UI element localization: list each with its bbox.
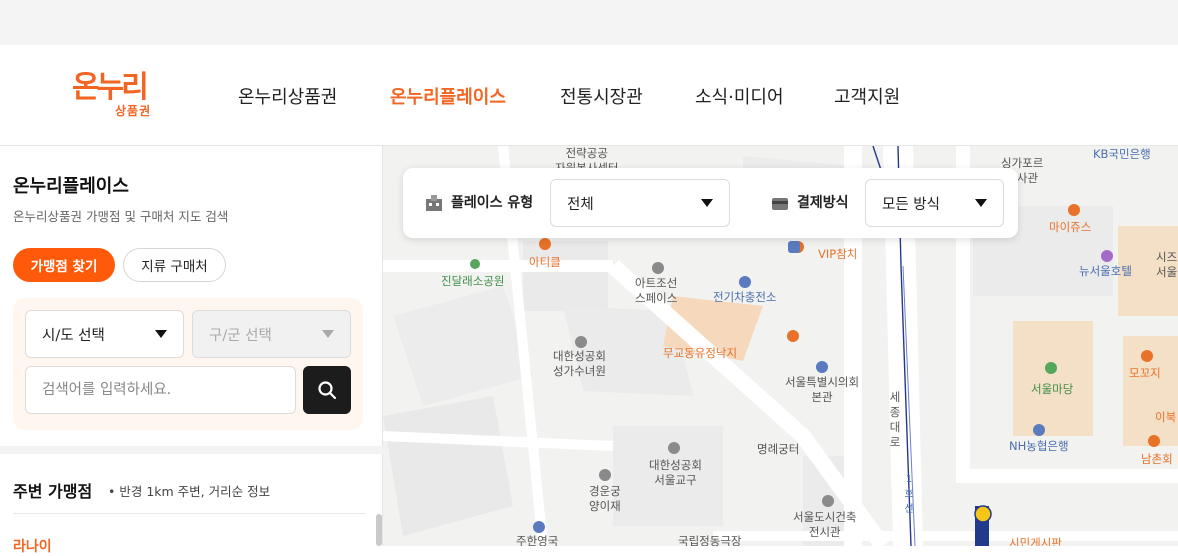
logo-sub-text: 상품권 (115, 104, 152, 118)
map-label: 대한성공회 성가수녀원 (553, 349, 606, 378)
search-panel: 시/도 선택 구/군 선택 (13, 298, 363, 430)
map-label: 마이쥬스 (1049, 220, 1092, 234)
map-label: 이북 (1155, 410, 1177, 424)
nav-item-traditional-market[interactable]: 전통시장관 (560, 83, 643, 109)
top-strip (0, 0, 1178, 45)
place-type-value: 전체 (567, 196, 594, 213)
section-divider (0, 446, 383, 454)
map-label: 아티클 (529, 255, 561, 269)
nav-item-news-media[interactable]: 소식·미디어 (695, 83, 784, 109)
map-label: 대한성공회 서울교구 (649, 458, 702, 487)
nearby-divider (13, 513, 366, 514)
province-select[interactable]: 시/도 선택 (25, 310, 184, 358)
nearby-title: 주변 가맹점 (13, 482, 93, 501)
tab-paper-voucher-outlets[interactable]: 지류 구매처 (123, 248, 226, 282)
header: 온누리 상품권 온누리상품권 온누리플레이스 전통시장관 소식·미디어 고객지원 (0, 45, 1178, 146)
map-label: KB국민은행 (1093, 147, 1151, 161)
chevron-down-icon (975, 199, 987, 207)
map-label: 명례궁터 (757, 442, 800, 456)
chevron-down-icon (322, 330, 334, 338)
district-select-value: 구/군 선택 (209, 327, 272, 344)
map-label: 뉴서울호텔 (1079, 264, 1132, 278)
map-label: 시즈 서울 (1156, 250, 1178, 279)
map-label: 남촌회 (1141, 452, 1173, 466)
map-label: 무교동유정낙지 (663, 346, 738, 360)
nav-item-onnuri-place[interactable]: 온누리플레이스 (390, 83, 506, 109)
logo[interactable]: 온누리 상품권 (72, 71, 164, 119)
map-label: 진달래소공원 (441, 274, 505, 288)
card-icon (772, 198, 788, 210)
sidebar: 온누리플레이스 온누리상품권 가맹점 및 구매처 지도 검색 가맹점 찾기 지류… (0, 146, 383, 555)
nav-item-onnuri-voucher[interactable]: 온누리상품권 (238, 83, 337, 109)
payment-value: 모든 방식 (882, 196, 940, 213)
search-input[interactable] (25, 366, 296, 414)
map-label: 세종대로 (889, 390, 901, 449)
nav-item-customer-support[interactable]: 고객지원 (834, 83, 900, 109)
chevron-down-icon (701, 199, 713, 207)
map-label: 서울도시건축 전시관 (793, 510, 857, 539)
map-label: 모꼬지 (1129, 366, 1161, 380)
sidebar-scrollbar[interactable] (376, 514, 382, 546)
map-label: 국립정동극장 (678, 534, 742, 546)
map-label: 주한영국 (516, 534, 559, 546)
map-label: VIP참치 (818, 247, 858, 261)
district-select[interactable]: 구/군 선택 (192, 310, 351, 358)
province-select-value: 시/도 선택 (42, 327, 105, 344)
place-type-label: 플레이스 유형 (451, 195, 534, 211)
sidebar-subtitle: 온누리상품권 가맹점 및 구매처 지도 검색 (13, 209, 229, 224)
logo-main-text: 온누리 (72, 70, 149, 105)
map-label: 시민게시판 (1009, 536, 1062, 546)
place-type-select[interactable]: 전체 (550, 179, 730, 227)
chevron-down-icon (155, 330, 167, 338)
map-label: 경운궁 양이재 (589, 484, 621, 513)
nearby-subtitle: • 반경 1km 주변, 거리순 정보 (108, 484, 271, 499)
map-label: 서울마당 (1031, 382, 1074, 396)
payment-label: 결제방식 (797, 195, 849, 211)
sidebar-title: 온누리플레이스 (13, 176, 129, 197)
search-button[interactable] (303, 366, 351, 414)
map-label: NH농협은행 (1009, 439, 1069, 453)
map-label: 1호선 (904, 474, 914, 515)
map-label: 전기차충전소 (713, 290, 777, 304)
tab-store-search[interactable]: 가맹점 찾기 (13, 248, 115, 282)
nearby-store-name[interactable]: 라나이 (13, 536, 52, 556)
map-label: 서울특별시의회 본관 (785, 375, 860, 404)
map-filter-bar: 플레이스 유형 전체 결제방식 모든 방식 (403, 168, 1018, 238)
building-icon (426, 195, 442, 211)
map-label: 아트조선 스페이스 (635, 276, 678, 305)
payment-select[interactable]: 모든 방식 (865, 179, 1004, 227)
search-icon (318, 381, 337, 400)
